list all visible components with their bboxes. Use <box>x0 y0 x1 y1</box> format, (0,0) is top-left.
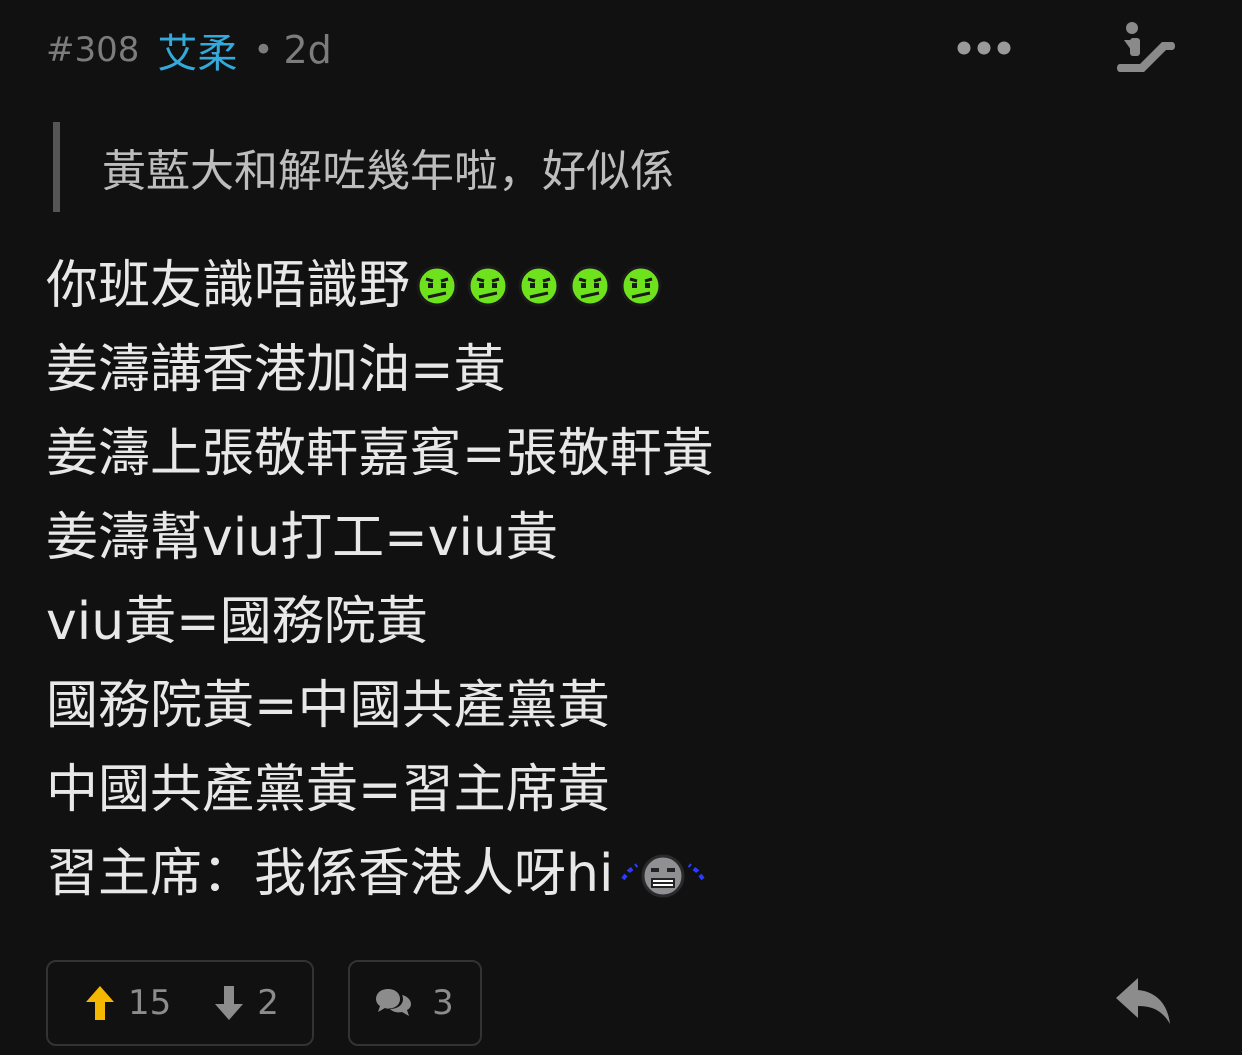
content-line-text: 習主席：我係香港人呀hi <box>46 844 614 904</box>
quoted-text: 黃藍大和解咗幾年啦，好似係 <box>53 122 674 212</box>
more-options-button[interactable] <box>950 26 1018 70</box>
content-line: viu黃=國務院黃 <box>46 580 1196 664</box>
green-frown-emoji-icon <box>620 265 662 307</box>
content-line-text: 姜濤講香港加油=黃 <box>46 340 506 400</box>
quote-content: 黃藍大和解咗幾年啦，好似係 <box>102 146 674 197</box>
content-line-text: 姜濤上張敬軒嘉賓=張敬軒黃 <box>46 424 714 484</box>
content-line: 姜濤幫viu打工=viu黃 <box>46 496 1196 580</box>
post-header: #308 艾柔 • 2d <box>46 22 332 78</box>
escalator-icon <box>1117 22 1175 72</box>
arrow-down-icon <box>215 986 244 1020</box>
content-line: 習主席：我係香港人呀hi <box>46 832 1196 916</box>
post-content: 你班友識唔識野 姜濤講香港加油=黃 姜濤上張敬軒嘉賓=張敬軒黃 姜濤幫viu打工… <box>46 244 1196 916</box>
action-bar: 15 2 3 <box>46 960 1196 1050</box>
reply-button[interactable] <box>1112 968 1176 1032</box>
content-line-text: 你班友識唔識野 <box>46 256 411 316</box>
content-line: 中國共產黨黃=習主席黃 <box>46 748 1196 832</box>
post-number: #308 <box>46 30 140 70</box>
content-line-text: 姜濤幫viu打工=viu黃 <box>46 508 558 568</box>
comment-icon <box>376 989 412 1016</box>
green-frown-emoji-icon <box>569 265 611 307</box>
vote-box: 15 2 <box>46 960 314 1046</box>
emoji-group <box>414 263 669 309</box>
content-line: 你班友識唔識野 <box>46 244 1196 328</box>
green-frown-emoji-icon <box>416 265 458 307</box>
content-line: 國務院黃=中國共產黨黃 <box>46 664 1196 748</box>
post-time: 2d <box>283 28 332 72</box>
green-frown-emoji-icon <box>518 265 560 307</box>
crying-emoji-icon <box>621 854 706 898</box>
comments-button[interactable]: 3 <box>348 960 482 1046</box>
downvote-count: 2 <box>257 983 279 1023</box>
content-line-text: viu黃=國務院黃 <box>46 592 428 652</box>
reply-icon <box>1116 978 1170 1024</box>
upvote-button[interactable]: 15 <box>84 962 171 1044</box>
content-line-text: 國務院黃=中國共產黨黃 <box>46 676 610 736</box>
arrow-up-icon <box>86 986 114 1020</box>
green-frown-emoji-icon <box>467 265 509 307</box>
username[interactable]: 艾柔 <box>157 21 237 79</box>
content-line-text: 中國共產黨黃=習主席黃 <box>46 760 610 820</box>
content-line: 姜濤上張敬軒嘉賓=張敬軒黃 <box>46 412 1196 496</box>
escalator-button[interactable] <box>1110 14 1182 86</box>
downvote-button[interactable]: 2 <box>213 962 279 1044</box>
upvote-count: 15 <box>128 983 172 1023</box>
more-horizontal-icon <box>957 41 1011 55</box>
content-line: 姜濤講香港加油=黃 <box>46 328 1196 412</box>
comment-count: 3 <box>432 983 454 1023</box>
separator-dot: • <box>253 30 274 70</box>
